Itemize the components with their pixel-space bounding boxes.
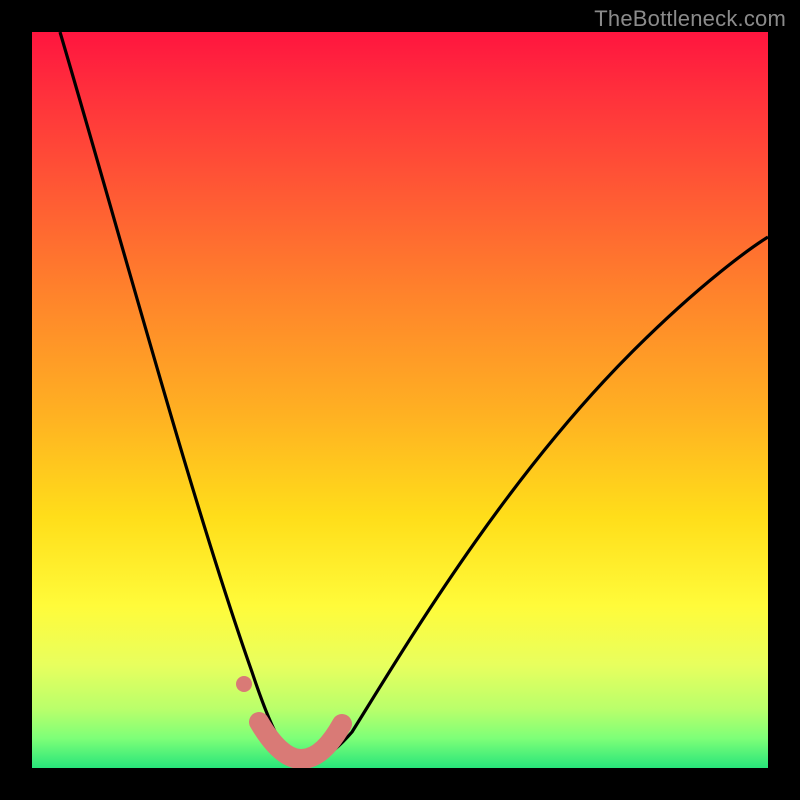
marker-dot — [236, 676, 252, 692]
watermark-text: TheBottleneck.com — [594, 6, 786, 32]
optimal-range-marker — [259, 722, 342, 759]
plot-area — [32, 32, 768, 768]
bottleneck-curve-svg — [32, 32, 768, 768]
chart-frame: TheBottleneck.com — [0, 0, 800, 800]
bottleneck-curve — [60, 32, 768, 761]
